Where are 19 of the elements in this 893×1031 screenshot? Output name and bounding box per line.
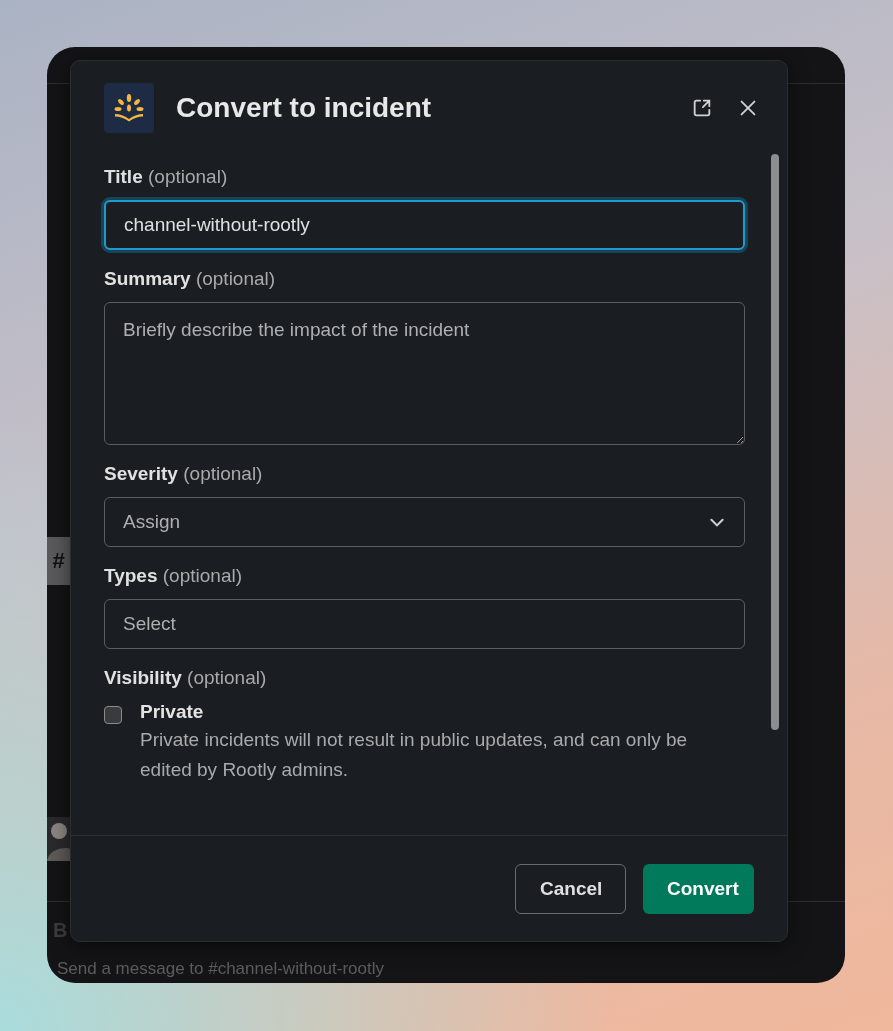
checkbox-description: Private incidents will not result in public updates, and can only be edited by Rootly admins.: [140, 728, 689, 782]
convert-button[interactable]: Convert: [643, 863, 754, 914]
app-logo-icon: [104, 83, 154, 133]
field-label: Summary (optional): [104, 268, 277, 290]
checkbox-label: Private: [140, 701, 205, 723]
external-link-icon[interactable]: [691, 97, 713, 119]
field-label: Severity (optional): [104, 463, 264, 485]
private-checkbox[interactable]: [104, 706, 122, 724]
severity-dropdown[interactable]: Assign: [104, 497, 745, 547]
summary-textarea[interactable]: Briefly describe the impact of the incident: [104, 302, 745, 445]
field-label: Title (optional): [104, 166, 229, 188]
field-label: Types (optional): [104, 565, 243, 587]
channel-icon: #: [47, 537, 70, 585]
cancel-button[interactable]: Cancel: [515, 863, 626, 914]
title-input[interactable]: channel-without-rootly: [104, 200, 745, 250]
dialog-title: Convert to incident: [176, 92, 433, 124]
types-select[interactable]: Select: [104, 599, 745, 649]
field-label: Visibility (optional): [104, 667, 268, 689]
scrollbar[interactable]: [771, 154, 779, 730]
